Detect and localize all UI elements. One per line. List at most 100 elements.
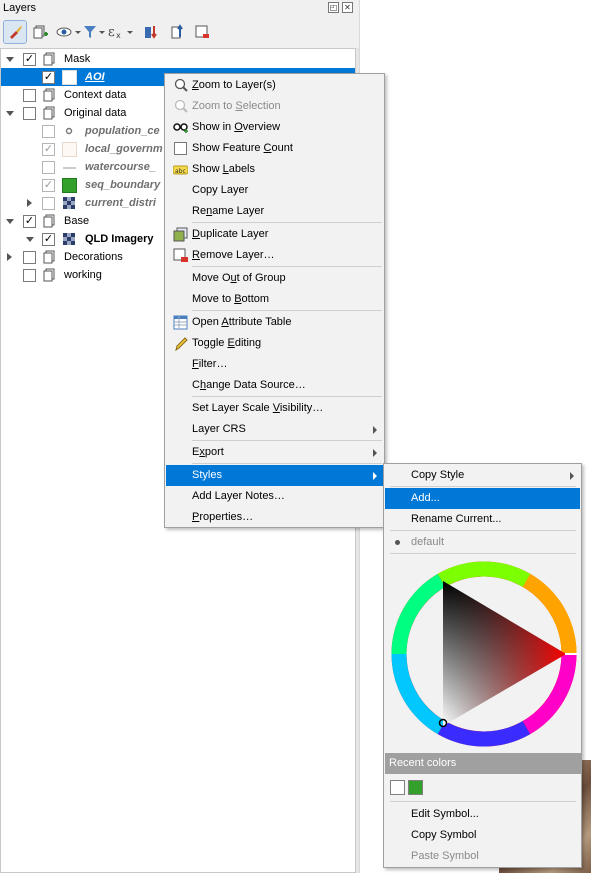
group-icon (43, 88, 55, 102)
menu-zoom-to-selection[interactable]: Zoom to Selection (166, 96, 383, 117)
collapse-icon[interactable] (6, 57, 14, 62)
menu-toggle-editing[interactable]: Toggle Editing (166, 333, 383, 354)
remove-layer-icon (173, 248, 188, 262)
menu-add-style[interactable]: Add... (385, 488, 580, 509)
menu-styles[interactable]: Styles (166, 465, 383, 486)
menu-duplicate-layer[interactable]: Duplicate Layer (166, 224, 383, 245)
expand-all-button[interactable] (140, 20, 164, 44)
menu-show-labels[interactable]: abc Show Labels (166, 159, 383, 180)
menu-zoom-to-layer[interactable]: Zoom to Layer(s) (166, 75, 383, 96)
funnel-icon (84, 26, 105, 38)
menu-show-feature-count[interactable]: Show Feature Count (166, 138, 383, 159)
expand-icon[interactable] (7, 253, 12, 261)
submenu-arrow-icon (373, 449, 377, 457)
layer-checkbox[interactable] (42, 161, 55, 174)
layer-checkbox[interactable]: ✓ (42, 179, 55, 192)
panel-titlebar: Layers ◰ ✕ (0, 0, 359, 17)
collapse-icon[interactable] (6, 111, 14, 116)
menu-paste-symbol[interactable]: Paste Symbol (385, 846, 580, 867)
layer-checkbox[interactable] (23, 269, 36, 282)
menu-separator (390, 486, 576, 487)
menu-properties[interactable]: Properties… (166, 507, 383, 528)
visibility-presets-button[interactable] (53, 20, 83, 44)
submenu-arrow-icon (373, 472, 377, 480)
menu-copy-symbol[interactable]: Copy Symbol (385, 825, 580, 846)
menu-move-out-of-group[interactable]: Move Out of Group (166, 268, 383, 289)
collapse-all-button[interactable] (165, 20, 189, 44)
menu-rename-current-style[interactable]: Rename Current... (385, 509, 580, 530)
layer-checkbox[interactable]: ✓ (42, 143, 55, 156)
menu-move-to-bottom[interactable]: Move to Bottom (166, 289, 383, 310)
expand-icon[interactable] (27, 199, 32, 207)
menu-copy-layer[interactable]: Copy Layer (166, 180, 383, 201)
menu-set-layer-scale-visibility[interactable]: Set Layer Scale Visibility… (166, 398, 383, 419)
recent-color-swatch-green[interactable] (408, 780, 423, 795)
menu-style-default[interactable]: default (385, 532, 580, 553)
layer-checkbox[interactable] (23, 89, 36, 102)
filter-legend-button[interactable] (80, 20, 108, 44)
layer-checkbox[interactable] (23, 107, 36, 120)
layer-label: Context data (64, 89, 127, 101)
polygon-symbol-icon (62, 142, 77, 157)
menu-export[interactable]: Export (166, 442, 383, 463)
layer-label: working (64, 269, 102, 281)
menu-layer-crs[interactable]: Layer CRS (166, 419, 383, 440)
layer-context-menu: Zoom to Layer(s) Zoom to Selection Show … (164, 73, 385, 528)
menu-open-attribute-table[interactable]: Open Attribute Table (166, 312, 383, 333)
menu-change-data-source[interactable]: Change Data Source… (166, 375, 383, 396)
layer-checkbox[interactable]: ✓ (42, 233, 55, 246)
expression-filter-button[interactable]: εx (106, 20, 136, 44)
collapse-icon[interactable] (6, 219, 14, 224)
expand-all-icon (145, 26, 157, 39)
menu-separator (192, 463, 382, 464)
menu-separator (390, 801, 576, 802)
group-icon (43, 106, 55, 120)
style-manager-button[interactable] (3, 20, 27, 44)
menu-separator (390, 553, 576, 554)
menu-add-layer-notes[interactable]: Add Layer Notes… (166, 486, 383, 507)
add-group-icon (33, 25, 48, 39)
line-symbol-icon (63, 167, 76, 169)
layer-checkbox[interactable]: ✓ (42, 71, 55, 84)
svg-text:x: x (116, 31, 121, 40)
radio-selected-icon (395, 540, 400, 545)
expression-icon: εx (108, 25, 133, 40)
duplicate-layer-icon (173, 227, 188, 242)
paintbrush-icon (10, 26, 22, 39)
layer-checkbox[interactable] (42, 125, 55, 138)
feature-count-checkbox[interactable] (174, 142, 187, 155)
remove-layer-button[interactable] (190, 20, 214, 44)
layer-label: local_governm (85, 143, 163, 155)
color-wheel[interactable] (388, 558, 580, 750)
styles-submenu: Copy Style Add... Rename Current... defa… (383, 463, 582, 868)
menu-separator (192, 310, 382, 311)
layer-label: watercourse_ (85, 161, 156, 173)
menu-separator (192, 266, 382, 267)
layer-row-mask[interactable]: ✓ Mask (1, 50, 355, 68)
menu-rename-layer[interactable]: Rename Layer (166, 201, 383, 222)
remove-layer-icon (195, 25, 209, 38)
layer-checkbox[interactable] (42, 197, 55, 210)
add-group-button[interactable] (28, 20, 52, 44)
eye-icon (56, 27, 81, 37)
menu-copy-style[interactable]: Copy Style (385, 465, 580, 486)
menu-separator (192, 396, 382, 397)
zoom-to-layer-icon (174, 78, 188, 92)
menu-filter[interactable]: Filter… (166, 354, 383, 375)
float-panel-icon[interactable]: ◰ (328, 2, 339, 13)
menu-edit-symbol[interactable]: Edit Symbol... (385, 804, 580, 825)
polygon-symbol-icon (62, 70, 77, 85)
close-panel-icon[interactable]: ✕ (342, 2, 353, 13)
menu-show-in-overview[interactable]: Show in Overview (166, 117, 383, 138)
menu-remove-layer[interactable]: Remove Layer… (166, 245, 383, 266)
layer-checkbox[interactable]: ✓ (23, 215, 36, 228)
menu-separator (192, 222, 382, 223)
submenu-arrow-icon (373, 426, 377, 434)
layer-checkbox[interactable]: ✓ (23, 53, 36, 66)
raster-icon (63, 197, 75, 209)
recent-color-swatch-white[interactable] (390, 780, 405, 795)
collapse-icon[interactable] (26, 237, 34, 242)
overview-glasses-icon (173, 123, 188, 133)
zoom-to-selection-icon (174, 99, 188, 113)
layer-checkbox[interactable] (23, 251, 36, 264)
